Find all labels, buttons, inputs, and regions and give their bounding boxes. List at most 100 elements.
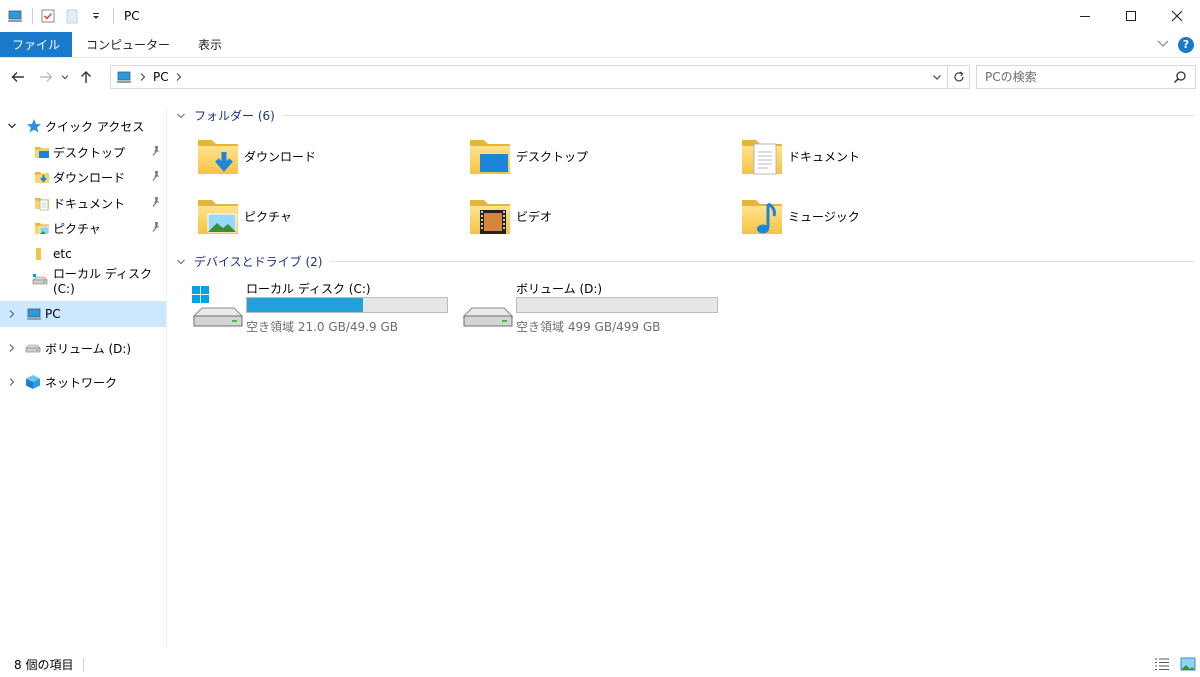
search-input[interactable]: [985, 70, 1165, 84]
drive-name: ボリューム (D:): [516, 282, 603, 296]
drive-icon: [25, 340, 41, 356]
pin-icon[interactable]: [150, 221, 162, 236]
minimize-button[interactable]: [1062, 0, 1108, 32]
folder-tile-downloads[interactable]: ダウンロード: [194, 132, 316, 180]
videos-folder-icon: [466, 192, 514, 240]
ribbon-right-controls: ?: [1156, 36, 1194, 53]
details-view-icon[interactable]: [1154, 656, 1170, 675]
address-bar[interactable]: PC: [110, 65, 970, 89]
pc-icon: [26, 306, 42, 322]
sidebar-item-downloads[interactable]: ダウンロード: [0, 164, 166, 190]
refresh-button[interactable]: [947, 66, 969, 88]
pictures-folder-icon: [194, 192, 242, 240]
sidebar-item-label: ローカル ディスク (C:): [53, 266, 152, 296]
close-icon: [1171, 10, 1183, 22]
pin-icon[interactable]: [150, 170, 162, 185]
tab-computer[interactable]: コンピューター: [72, 32, 184, 57]
sidebar-item-quick-access[interactable]: クイック アクセス: [0, 113, 166, 139]
maximize-icon: [1126, 11, 1136, 21]
customize-toolbar-dropdown-icon[interactable]: [87, 7, 105, 25]
close-button[interactable]: [1154, 0, 1200, 32]
recent-locations-button[interactable]: [58, 65, 72, 89]
desktop-folder-icon: [34, 144, 50, 160]
address-history-dropdown[interactable]: [927, 66, 947, 88]
pictures-folder-icon: [34, 220, 50, 236]
download-folder-icon: [34, 169, 50, 185]
sidebar-item-label: ピクチャ: [53, 221, 101, 236]
music-folder-icon: [738, 192, 786, 240]
chevron-down-icon[interactable]: [176, 257, 188, 267]
sidebar-item-local-disk-c[interactable]: ローカル ディスク (C:): [0, 266, 166, 296]
sidebar-item-desktop[interactable]: デスクトップ: [0, 139, 166, 165]
folder-tile-pictures[interactable]: ピクチャ: [194, 192, 292, 240]
properties-icon[interactable]: [39, 7, 57, 25]
sidebar-item-pc[interactable]: PC: [0, 301, 166, 327]
title-bar: PC: [0, 0, 1200, 32]
minimize-icon: [1080, 16, 1090, 17]
up-arrow-icon: [81, 71, 91, 83]
drive-tile-volume-d[interactable]: ボリューム (D:) 空き領域 499 GB/499 GB: [462, 280, 722, 336]
folder-label: デスクトップ: [516, 149, 589, 164]
folder-label: ビデオ: [516, 209, 553, 224]
pin-icon[interactable]: [150, 196, 162, 211]
forward-button[interactable]: [34, 65, 58, 89]
chevron-right-icon[interactable]: [6, 375, 18, 389]
tab-view[interactable]: 表示: [184, 32, 236, 57]
chevron-right-icon[interactable]: [6, 341, 18, 355]
drive-free-space: 空き領域 21.0 GB/49.9 GB: [246, 320, 398, 334]
sidebar-item-etc[interactable]: etc: [0, 241, 166, 267]
back-arrow-icon: [11, 72, 24, 82]
pc-icon: [115, 69, 133, 85]
help-button[interactable]: ?: [1178, 36, 1194, 53]
drive-icon: [462, 307, 514, 327]
tab-file[interactable]: ファイル: [0, 32, 73, 57]
drive-usage-bar: [246, 297, 448, 313]
pin-icon[interactable]: [150, 145, 162, 160]
folder-label: ダウンロード: [244, 149, 317, 164]
folder-tile-desktop[interactable]: デスクトップ: [466, 132, 588, 180]
folder-tile-documents[interactable]: ドキュメント: [738, 132, 860, 180]
documents-folder-icon: [34, 195, 50, 211]
new-folder-icon[interactable]: [63, 7, 81, 25]
sidebar-item-volume-d[interactable]: ボリューム (D:): [0, 335, 166, 361]
drive-usage-bar: [516, 297, 718, 313]
navigation-pane: クイック アクセス デスクトップ ダウンロード ドキュメント ピクチャ etc …: [0, 108, 167, 648]
sidebar-item-network[interactable]: ネットワーク: [0, 369, 166, 395]
local-disk-icon: [32, 272, 48, 288]
sidebar-item-label: クイック アクセス: [45, 119, 145, 134]
pc-icon[interactable]: [6, 7, 24, 25]
sidebar-item-documents[interactable]: ドキュメント: [0, 190, 166, 216]
drive-free-space: 空き領域 499 GB/499 GB: [516, 320, 661, 334]
large-icons-view-icon[interactable]: [1180, 656, 1196, 675]
quick-access-toolbar: [0, 0, 120, 32]
drive-tile-local-disk-c[interactable]: ローカル ディスク (C:) 空き領域 21.0 GB/49.9 GB: [192, 280, 452, 336]
up-button[interactable]: [74, 65, 98, 89]
documents-folder-icon: [738, 132, 786, 180]
sidebar-item-label: ネットワーク: [45, 375, 118, 390]
folder-label: ミュージック: [788, 209, 860, 224]
search-icon[interactable]: [1173, 70, 1187, 87]
back-button[interactable]: [6, 65, 30, 89]
chevron-right-icon[interactable]: [139, 72, 147, 82]
chevron-down-icon[interactable]: [176, 111, 188, 121]
breadcrumb-item-pc[interactable]: PC: [153, 70, 169, 84]
folder-tile-videos[interactable]: ビデオ: [466, 192, 552, 240]
folder-tile-music[interactable]: ミュージック: [738, 192, 860, 240]
group-header-devices[interactable]: デバイスとドライブ (2): [176, 253, 1194, 270]
expand-ribbon-chevron-icon[interactable]: [1156, 36, 1170, 53]
sidebar-item-pictures[interactable]: ピクチャ: [0, 215, 166, 241]
refresh-icon: [953, 71, 964, 82]
chevron-right-icon[interactable]: [6, 307, 18, 321]
breadcrumb: PC: [111, 69, 183, 85]
chevron-down-icon[interactable]: [6, 119, 18, 133]
toolbar-divider: [32, 8, 33, 24]
sidebar-item-label: PC: [45, 307, 61, 321]
group-header-folders[interactable]: フォルダー (6): [176, 107, 1194, 124]
navigation-bar: PC: [0, 64, 1200, 90]
maximize-button[interactable]: [1108, 0, 1154, 32]
group-divider: [282, 115, 1194, 116]
chevron-right-icon[interactable]: [175, 72, 183, 82]
search-box[interactable]: [976, 65, 1196, 89]
item-count: 8 個の項目: [14, 658, 74, 672]
folder-label: ドキュメント: [788, 149, 861, 164]
